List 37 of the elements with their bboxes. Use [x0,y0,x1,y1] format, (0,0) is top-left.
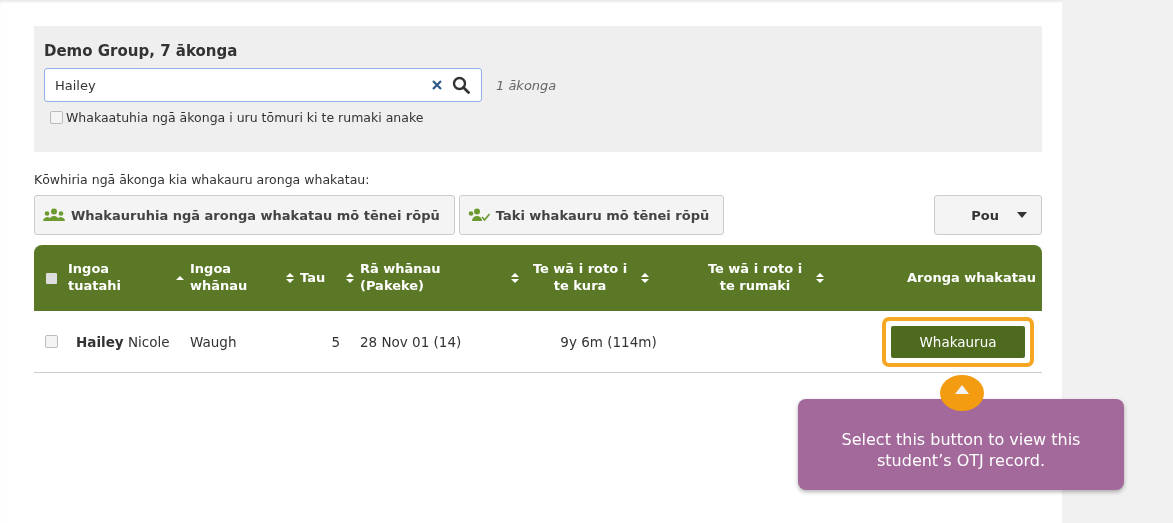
table-cell: Waugh [190,333,237,350]
column-header[interactable]: Te wā i roto i te rumaki [700,245,870,311]
column-header[interactable]: Ingoa whānau [190,245,300,311]
column-header[interactable]: Ingoa tuatahi [68,245,190,311]
column-header[interactable]: Rā whānau (Pakeke) [360,245,525,311]
select-all-checkbox[interactable] [45,272,57,284]
result-count: 1 ākonga [496,77,557,93]
add-judgement-button[interactable]: Whakaurua [891,325,1025,358]
row-checkbox[interactable] [44,335,58,348]
column-header[interactable]: Te wā i roto i te kura [525,245,700,311]
checkbox[interactable] [50,111,63,124]
table-cell: Hailey Nicole [76,333,170,350]
caret-icon [1017,212,1027,218]
search-field[interactable]: Hailey [44,68,482,102]
action-button[interactable]: Taki whakauru mō tēnei rōpū [458,195,725,235]
table-cell: 28 Nov 01 (14) [360,333,462,350]
sort-icon [286,273,294,283]
search-icon[interactable] [452,76,470,94]
sort-icon [346,273,354,283]
sort-icon [816,273,824,283]
columns-dropdown[interactable]: Pou [934,195,1042,235]
table-cell: 9y 6m (114m) [560,333,657,350]
pointer-badge [940,374,984,411]
tooltip: Select this button to view this student’s OTJ record. [798,398,1124,490]
sort-icon [511,273,519,283]
checkbox-label[interactable]: Whakaatuhia ngā ākonga i uru tōmuri ki te rumaki anake [66,110,424,125]
group-title: Demo Group, 7 ākonga [44,42,239,60]
column-header[interactable]: Tau [300,245,360,311]
action-button[interactable]: Whakauruhia ngā aronga whakatau mō tēnei rōpū [34,195,455,235]
column-header[interactable]: Aronga whakatau [870,245,1042,311]
sort-icon [641,273,649,283]
instruction-text: Kōwhiria ngā ākonga kia whakauru aronga whakatau: [34,172,371,187]
sort-icon [176,276,184,280]
people-group-icon [43,208,65,222]
clear-icon[interactable] [432,80,442,90]
table-cell: 5 [331,333,340,350]
people-check-icon [467,208,490,222]
